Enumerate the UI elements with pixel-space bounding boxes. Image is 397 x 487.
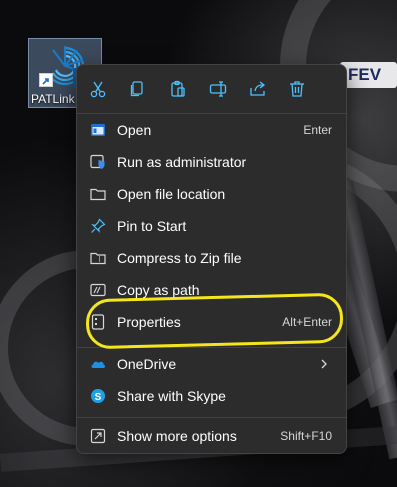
menu-item-open-file-location[interactable]: Open file location bbox=[81, 179, 342, 209]
copy-icon bbox=[130, 81, 143, 97]
delete-button[interactable] bbox=[279, 73, 315, 105]
menu-item-show-more-options[interactable]: Show more options Shift+F10 bbox=[81, 421, 342, 451]
menu-item-shortcut: Alt+Enter bbox=[282, 315, 332, 329]
menu-item-copy-as-path[interactable]: Copy as path bbox=[81, 275, 342, 305]
cut-icon bbox=[90, 81, 106, 98]
menu-item-label: Share with Skype bbox=[117, 388, 226, 404]
menu-item-shortcut: Shift+F10 bbox=[280, 429, 332, 443]
menu-item-label: Copy as path bbox=[117, 282, 200, 298]
pin-icon bbox=[90, 218, 106, 234]
shortcut-arrow-icon bbox=[39, 73, 53, 87]
rename-icon bbox=[209, 81, 227, 97]
onedrive-icon bbox=[90, 356, 106, 372]
paste-button[interactable] bbox=[160, 73, 196, 105]
menu-item-share-with-skype[interactable]: S Share with Skype bbox=[81, 381, 342, 411]
menu-item-open[interactable]: Open Enter bbox=[81, 115, 342, 145]
menu-item-label: Pin to Start bbox=[117, 218, 187, 234]
menu-item-label: Open file location bbox=[117, 186, 226, 202]
menu-item-label: OneDrive bbox=[117, 356, 177, 372]
path-icon bbox=[90, 282, 106, 298]
menu-item-label: Open bbox=[117, 122, 152, 138]
menu-separator bbox=[77, 417, 346, 418]
menu-item-shortcut: Enter bbox=[303, 123, 332, 137]
context-menu: Open Enter Run as administrator Open fil… bbox=[76, 64, 347, 454]
share-button[interactable] bbox=[240, 73, 276, 105]
menu-item-label: Properties bbox=[117, 314, 181, 330]
menu-item-properties[interactable]: Properties Alt+Enter bbox=[81, 307, 342, 337]
desktop: FEV PATLink Open Enter Run as administra… bbox=[0, 0, 397, 487]
svg-text:S: S bbox=[95, 392, 102, 403]
properties-icon bbox=[90, 314, 106, 330]
menu-item-label: Show more options bbox=[117, 428, 237, 444]
rename-button[interactable] bbox=[200, 73, 236, 105]
delete-icon bbox=[290, 81, 304, 97]
paste-icon bbox=[171, 80, 185, 97]
context-menu-toolbar bbox=[77, 73, 346, 105]
menu-separator bbox=[77, 347, 346, 348]
menu-item-label: Run as administrator bbox=[117, 154, 247, 170]
shield-icon bbox=[90, 154, 106, 170]
zip-folder-icon bbox=[90, 250, 106, 266]
more-options-icon bbox=[90, 428, 106, 444]
menu-item-pin-to-start[interactable]: Pin to Start bbox=[81, 211, 342, 241]
menu-item-compress-to-zip[interactable]: Compress to Zip file bbox=[81, 243, 342, 273]
chevron-right-icon bbox=[321, 359, 327, 369]
window-icon bbox=[90, 122, 106, 138]
share-icon bbox=[250, 81, 266, 96]
menu-item-label: Compress to Zip file bbox=[117, 250, 242, 266]
folder-icon bbox=[90, 186, 106, 202]
skype-icon: S bbox=[90, 388, 106, 404]
copy-button[interactable] bbox=[119, 73, 155, 105]
menu-item-onedrive[interactable]: OneDrive bbox=[81, 349, 342, 379]
menu-item-run-as-administrator[interactable]: Run as administrator bbox=[81, 147, 342, 177]
menu-separator bbox=[77, 113, 346, 114]
cut-button[interactable] bbox=[80, 73, 116, 105]
wallpaper-badge: FEV bbox=[340, 62, 397, 88]
